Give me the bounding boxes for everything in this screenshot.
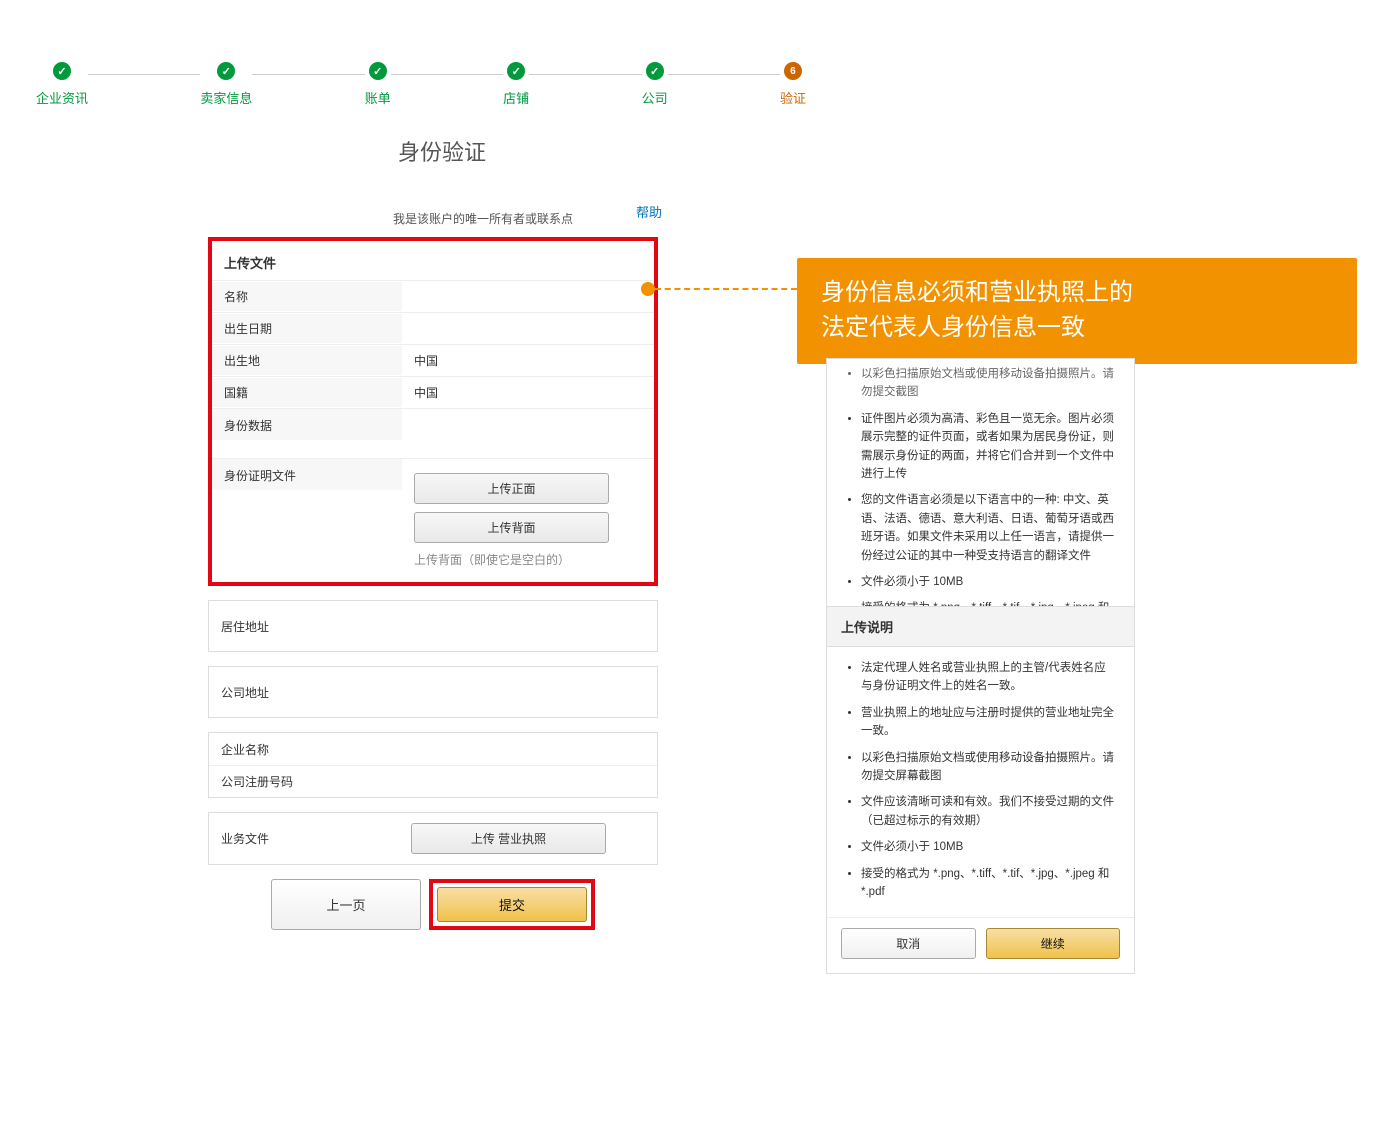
highlight-box: 上传文件 名称 出生日期 出生地 中国 国籍 中国 身份数据 身份证明文件 上传… bbox=[208, 237, 658, 586]
upload-license-button[interactable]: 上传 营业执照 bbox=[411, 823, 606, 854]
row-iddata: 身份数据 bbox=[212, 408, 654, 458]
step-3: 账单 bbox=[365, 62, 391, 107]
row-name: 名称 bbox=[212, 280, 654, 312]
value-residence bbox=[399, 620, 657, 632]
check-icon bbox=[646, 62, 664, 80]
row-dob: 出生日期 bbox=[212, 312, 654, 344]
prev-button[interactable]: 上一页 bbox=[271, 879, 421, 930]
label-iddata: 身份数据 bbox=[212, 409, 402, 440]
label-company-addr: 公司地址 bbox=[209, 678, 399, 707]
row-iddoc: 身份证明文件 上传正面 上传背面 上传背面（即使它是空白的） bbox=[212, 458, 654, 582]
upload-back-button[interactable]: 上传背面 bbox=[414, 512, 609, 543]
label-company-reg: 公司注册号码 bbox=[209, 767, 399, 796]
submit-button[interactable]: 提交 bbox=[437, 887, 587, 922]
label-name: 名称 bbox=[212, 282, 402, 311]
continue-button[interactable]: 继续 bbox=[986, 928, 1121, 959]
value-dob bbox=[402, 323, 654, 335]
step-1: 企业资讯 bbox=[36, 62, 88, 107]
step-connector bbox=[88, 74, 200, 75]
panel2-header: 上传说明 bbox=[827, 607, 1134, 647]
step-6: 6 验证 bbox=[780, 62, 806, 107]
submit-highlight: 提交 bbox=[429, 879, 595, 930]
step-label: 卖家信息 bbox=[200, 88, 252, 107]
label-nationality: 国籍 bbox=[212, 378, 402, 407]
step-4: 店铺 bbox=[503, 62, 529, 107]
list-item: 证件图片必须为高清、彩色且一览无余。图片必须展示完整的证件页面，或者如果为居民身… bbox=[861, 410, 1116, 484]
callout-dot-icon bbox=[641, 282, 655, 296]
step-connector bbox=[252, 74, 364, 75]
account-owner-text: 我是该账户的唯一所有者或联系点 bbox=[208, 210, 658, 227]
list-item: 营业执照上的地址应与注册时提供的营业地址完全一致。 bbox=[861, 704, 1116, 741]
section-residence: 居住地址 bbox=[208, 600, 658, 652]
label-bizdoc: 业务文件 bbox=[209, 824, 399, 853]
panel2-buttons: 取消 继续 bbox=[827, 917, 1134, 973]
step-connector bbox=[668, 74, 780, 75]
step-label: 验证 bbox=[780, 88, 806, 107]
value-company-addr bbox=[399, 686, 657, 698]
row-birthplace: 出生地 中国 bbox=[212, 344, 654, 376]
callout-connector bbox=[655, 288, 797, 290]
section-company-addr: 公司地址 bbox=[208, 666, 658, 718]
step-5: 公司 bbox=[642, 62, 668, 107]
step-connector bbox=[391, 74, 503, 75]
value-iddata bbox=[402, 409, 654, 421]
step-number-icon: 6 bbox=[784, 62, 802, 80]
side-panel-2: 上传说明 法定代理人姓名或营业执照上的主管/代表姓名应与身份证明文件上的姓名一致… bbox=[826, 606, 1135, 974]
upload-back-note: 上传背面（即使它是空白的） bbox=[414, 551, 642, 568]
label-company-name: 企业名称 bbox=[209, 735, 399, 764]
list-item: 文件必须小于 10MB bbox=[861, 838, 1116, 856]
value-company-reg bbox=[399, 776, 657, 788]
value-company-name bbox=[399, 743, 657, 755]
step-label: 公司 bbox=[642, 88, 668, 107]
step-2: 卖家信息 bbox=[200, 62, 252, 107]
label-dob: 出生日期 bbox=[212, 314, 402, 343]
step-label: 账单 bbox=[365, 88, 391, 107]
list-item: 以彩色扫描原始文档或使用移动设备拍摄照片。请勿提交屏幕截图 bbox=[861, 749, 1116, 786]
value-nationality: 中国 bbox=[402, 378, 654, 407]
main-form: 我是该账户的唯一所有者或联系点 上传文件 名称 出生日期 出生地 中国 国籍 中… bbox=[208, 210, 658, 930]
nav-buttons: 上一页 提交 bbox=[208, 879, 658, 930]
list-item: 文件必须小于 10MB bbox=[861, 573, 1116, 591]
step-label: 企业资讯 bbox=[36, 88, 88, 107]
section-bizdoc: 业务文件 上传 营业执照 bbox=[208, 812, 658, 865]
check-icon bbox=[369, 62, 387, 80]
value-birthplace: 中国 bbox=[402, 346, 654, 375]
upload-front-button[interactable]: 上传正面 bbox=[414, 473, 609, 504]
callout-line2: 法定代表人身份信息一致 bbox=[821, 311, 1333, 346]
progress-stepper: 企业资讯 卖家信息 账单 店铺 公司 6 验证 bbox=[36, 62, 806, 107]
list-item: 法定代理人姓名或营业执照上的主管/代表姓名应与身份证明文件上的姓名一致。 bbox=[861, 659, 1116, 696]
check-icon bbox=[507, 62, 525, 80]
cancel-button[interactable]: 取消 bbox=[841, 928, 976, 959]
row-nationality: 国籍 中国 bbox=[212, 376, 654, 408]
list-item: 您的文件语言必须是以下语言中的一种: 中文、英语、法语、德语、意大利语、日语、葡… bbox=[861, 491, 1116, 565]
check-icon bbox=[217, 62, 235, 80]
panel2-body: 法定代理人姓名或营业执照上的主管/代表姓名应与身份证明文件上的姓名一致。 营业执… bbox=[827, 647, 1134, 917]
label-birthplace: 出生地 bbox=[212, 346, 402, 375]
upload-header: 上传文件 bbox=[212, 241, 654, 280]
list-item: 以彩色扫描原始文档或使用移动设备拍摄照片。请勿提交截图 bbox=[861, 365, 1116, 402]
page-title: 身份验证 bbox=[398, 135, 486, 167]
list-item: 接受的格式为 *.png、*.tiff、*.tif、*.jpg、*.jpeg 和… bbox=[861, 865, 1116, 902]
check-icon bbox=[53, 62, 71, 80]
value-name bbox=[402, 291, 654, 303]
panel2-list: 法定代理人姓名或营业执照上的主管/代表姓名应与身份证明文件上的姓名一致。 营业执… bbox=[845, 659, 1116, 901]
list-item: 文件应该清晰可读和有效。我们不接受过期的文件（已超过标示的有效期） bbox=[861, 793, 1116, 830]
panel1-list: 以彩色扫描原始文档或使用移动设备拍摄照片。请勿提交截图 证件图片必须为高清、彩色… bbox=[845, 365, 1116, 636]
step-label: 店铺 bbox=[503, 88, 529, 107]
value-bizdoc: 上传 营业执照 bbox=[399, 813, 657, 864]
label-iddoc: 身份证明文件 bbox=[212, 459, 402, 490]
section-company-info: 企业名称 公司注册号码 bbox=[208, 732, 658, 798]
step-connector bbox=[529, 74, 641, 75]
label-residence: 居住地址 bbox=[209, 612, 399, 641]
callout-box: 身份信息必须和营业执照上的 法定代表人身份信息一致 bbox=[797, 258, 1357, 364]
value-iddoc: 上传正面 上传背面 上传背面（即使它是空白的） bbox=[402, 459, 654, 574]
callout-line1: 身份信息必须和营业执照上的 bbox=[821, 276, 1333, 311]
